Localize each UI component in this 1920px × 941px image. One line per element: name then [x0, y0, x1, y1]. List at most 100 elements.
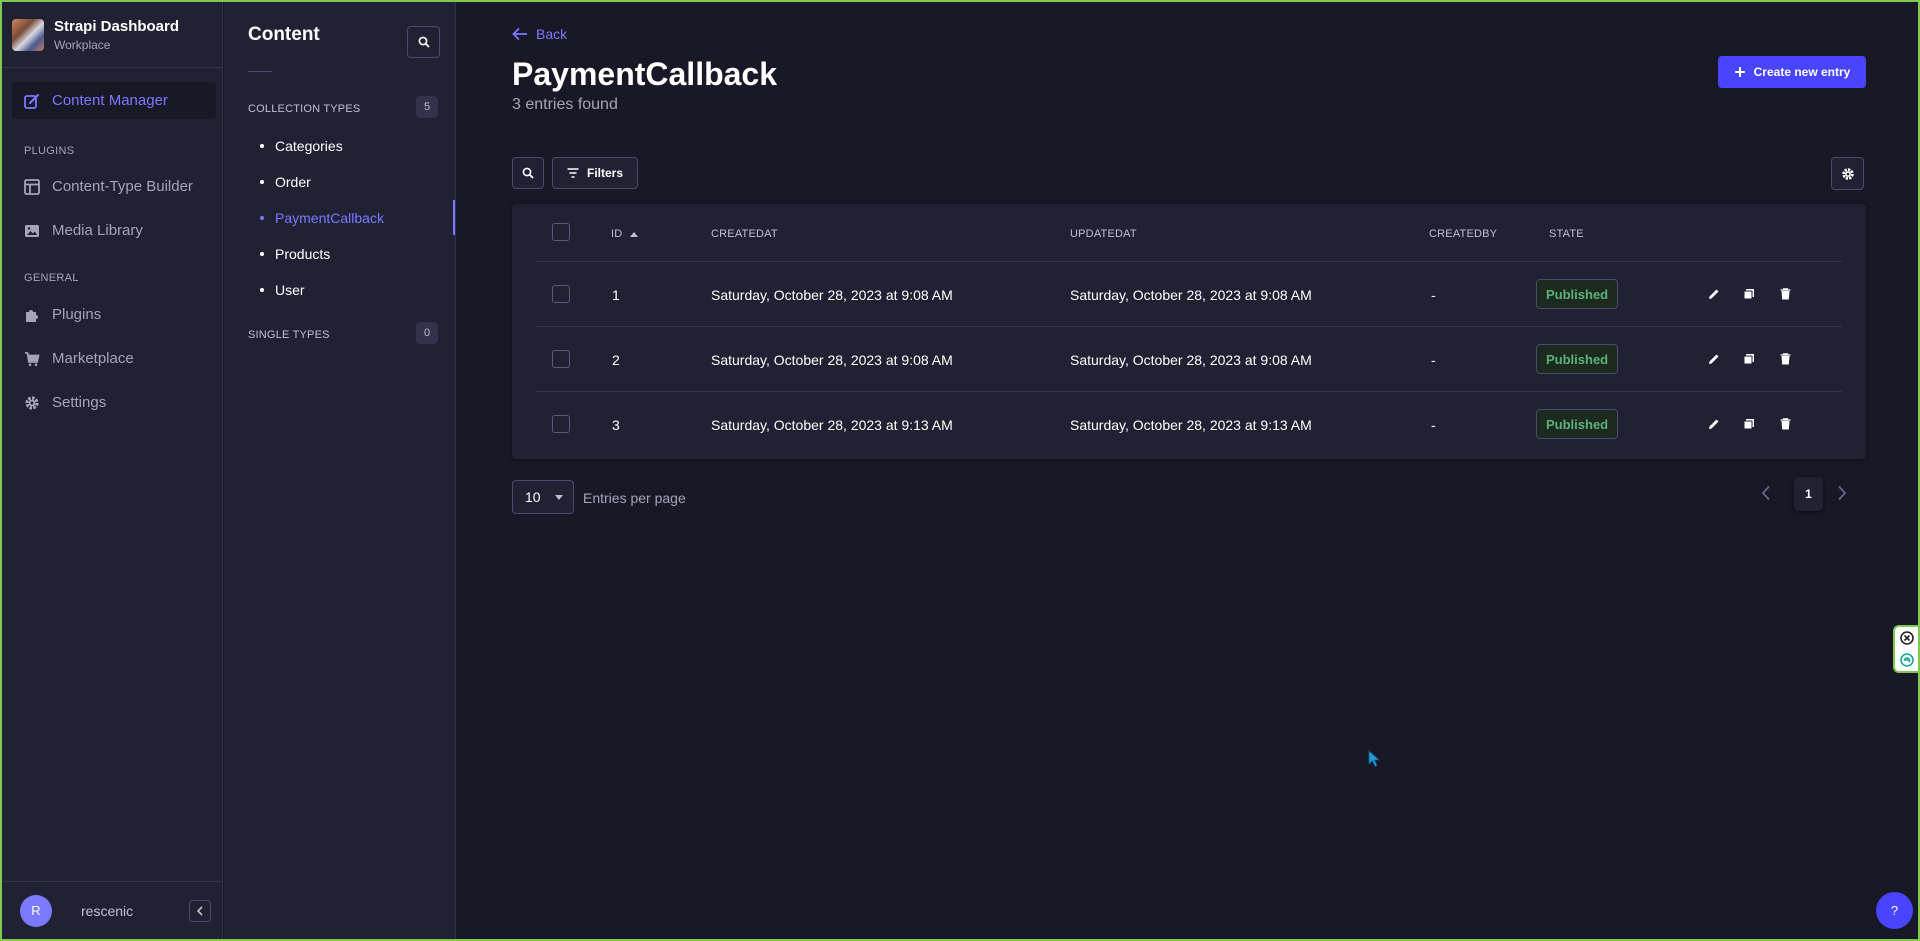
select-all-checkbox[interactable] [552, 223, 570, 241]
nav-item-media-library[interactable]: Media Library [24, 222, 143, 239]
nav-item-label: Content-Type Builder [52, 178, 193, 195]
nav-item-label: Media Library [52, 222, 143, 239]
row-checkbox[interactable] [552, 415, 570, 433]
nav-item-marketplace[interactable]: Marketplace [24, 350, 134, 367]
column-header-updatedat[interactable]: UPDATEDAT [1070, 228, 1137, 240]
puzzle-icon [26, 309, 38, 322]
page-number-button[interactable]: 1 [1794, 477, 1823, 511]
back-link[interactable]: Back [512, 26, 567, 42]
cell-createdby: - [1431, 352, 1436, 368]
nav-item-plugins[interactable]: Plugins [24, 306, 101, 323]
edit-button[interactable] [1706, 351, 1722, 367]
nav-item-label: Plugins [52, 306, 102, 323]
collection-item-label: User [275, 282, 305, 298]
delete-button[interactable] [1777, 416, 1793, 432]
extension-widget[interactable] [1893, 625, 1918, 673]
create-label: Create new entry [1753, 65, 1851, 79]
content-subnav: Content COLLECTION TYPES 5 Categories Or… [224, 2, 456, 939]
search-icon [418, 36, 430, 48]
column-header-state: STATE [1549, 228, 1584, 240]
subnav-title: Content [248, 24, 320, 45]
duplicate-icon [1743, 419, 1754, 430]
layout-icon [24, 178, 40, 195]
image-icon [25, 224, 39, 237]
collection-item-user[interactable]: User [260, 282, 305, 298]
pencil-square-icon [24, 93, 40, 109]
entries-table: ID CREATEDAT UPDATEDAT CREATEDBY STATE 1… [512, 204, 1866, 459]
table-row[interactable]: 2 Saturday, October 28, 2023 at 9:08 AM … [536, 327, 1842, 392]
cart-icon [25, 351, 40, 366]
main-navigation: Strapi Dashboard Workplace Content Manag… [2, 2, 223, 939]
cell-id: 1 [612, 287, 620, 303]
gear-icon [1841, 167, 1854, 180]
nav-item-settings[interactable]: Settings [24, 394, 106, 411]
column-header-id[interactable]: ID [611, 228, 639, 240]
column-label: ID [611, 228, 623, 240]
collection-item-paymentcallback[interactable]: PaymentCallback [260, 210, 384, 226]
status-badge: Published [1536, 344, 1619, 374]
row-checkbox[interactable] [552, 350, 570, 368]
plus-icon [1734, 67, 1745, 77]
brand-title: Strapi Dashboard [54, 17, 180, 35]
help-button[interactable]: ? [1876, 892, 1913, 929]
trash-icon [1780, 418, 1790, 430]
table-row[interactable]: 3 Saturday, October 28, 2023 at 9:13 AM … [536, 392, 1842, 457]
collection-item-order[interactable]: Order [260, 174, 311, 190]
next-page-button[interactable] [1837, 485, 1847, 506]
mouse-cursor-icon [1368, 750, 1380, 768]
nav-item-content-type-builder[interactable]: Content-Type Builder [24, 178, 193, 195]
workspace-logo [12, 18, 44, 51]
bullet [260, 216, 264, 220]
avatar[interactable]: R [20, 894, 52, 927]
trash-icon [1780, 288, 1790, 300]
single-types-label[interactable]: SINGLE TYPES [248, 329, 330, 341]
table-row[interactable]: 1 Saturday, October 28, 2023 at 9:08 AM … [536, 262, 1842, 327]
sort-ascending-icon [630, 232, 639, 237]
gear-icon [25, 395, 39, 410]
trash-icon [1780, 353, 1790, 365]
column-header-createdby: CREATEDBY [1429, 228, 1498, 240]
entries-per-page-label: Entries per page [583, 490, 686, 506]
pencil-icon [1709, 289, 1719, 299]
brand[interactable]: Strapi Dashboard Workplace [2, 2, 222, 68]
previous-page-button[interactable] [1761, 485, 1771, 506]
collection-types-label[interactable]: COLLECTION TYPES [248, 103, 360, 115]
brand-subtitle: Workplace [54, 37, 111, 52]
filters-label: Filters [586, 166, 623, 180]
column-header-createdat[interactable]: CREATEDAT [711, 228, 778, 240]
collection-item-products[interactable]: Products [260, 246, 330, 262]
active-indicator [453, 200, 455, 235]
duplicate-button[interactable] [1741, 351, 1757, 367]
nav-section-plugins: PLUGINS [24, 145, 75, 157]
pencil-icon [1709, 354, 1719, 364]
nav-item-label: Marketplace [52, 350, 134, 367]
collection-item-categories[interactable]: Categories [260, 138, 343, 154]
extension-logo-icon[interactable] [1899, 653, 1914, 667]
nav-section-general: GENERAL [24, 272, 79, 284]
cell-createdby: - [1431, 417, 1436, 433]
main-content: Back PaymentCallback 3 entries found Cre… [456, 2, 1918, 939]
entries-per-page-select[interactable]: 10 [512, 480, 574, 514]
view-settings-button[interactable] [1831, 157, 1864, 190]
edit-button[interactable] [1706, 286, 1722, 302]
close-circle-icon[interactable] [1899, 631, 1914, 645]
collapse-nav-button[interactable] [189, 899, 211, 922]
create-new-entry-button[interactable]: Create new entry [1718, 56, 1866, 88]
row-checkbox[interactable] [552, 285, 570, 303]
delete-button[interactable] [1777, 351, 1793, 367]
page-title: PaymentCallback [512, 56, 778, 92]
filters-button[interactable]: Filters [552, 157, 638, 189]
table-search-button[interactable] [512, 157, 544, 189]
username[interactable]: rescenic [81, 903, 133, 919]
subnav-search-button[interactable] [407, 26, 440, 58]
user-footer: R rescenic [2, 881, 223, 939]
bullet [260, 180, 264, 184]
cell-createdat: Saturday, October 28, 2023 at 9:08 AM [711, 352, 953, 368]
duplicate-button[interactable] [1741, 286, 1757, 302]
edit-button[interactable] [1706, 416, 1722, 432]
divider [248, 71, 272, 72]
delete-button[interactable] [1777, 286, 1793, 302]
nav-item-content-manager[interactable]: Content Manager [12, 82, 216, 119]
duplicate-button[interactable] [1741, 416, 1757, 432]
back-label: Back [536, 26, 568, 42]
